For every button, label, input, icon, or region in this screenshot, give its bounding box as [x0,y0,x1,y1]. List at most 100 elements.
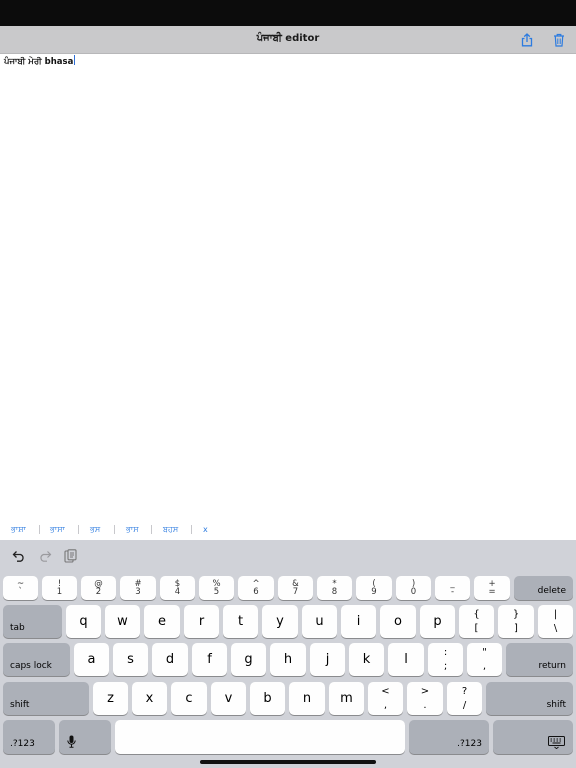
key-1[interactable]: ! 1 [42,576,77,600]
suggestion-6[interactable]: x [203,525,208,534]
space-bar[interactable] [115,720,405,754]
key-slash[interactable]: ? / [447,682,482,715]
key-t[interactable]: t [223,605,258,638]
suggestion-3[interactable]: ਭਸ [90,525,100,535]
suggestion-1[interactable]: ਭਾਸ਼ਾ [11,525,26,535]
key-m[interactable]: m [329,682,364,715]
key-bottom-char: = [488,587,496,597]
key-v[interactable]: v [211,682,246,715]
return-key[interactable]: return [506,643,573,676]
key-6[interactable]: ^ 6 [238,576,274,600]
return-key-label: return [538,661,566,671]
key-label: h [283,651,293,667]
key-label: k [362,651,371,667]
status-bar [0,0,576,26]
home-indicator[interactable] [200,760,376,764]
key-8[interactable]: * 8 [317,576,352,600]
key-bottom-char: / [462,700,467,711]
share-button[interactable] [518,31,536,49]
key-x[interactable]: x [132,682,167,715]
tab-key[interactable]: tab [3,605,62,638]
key-l[interactable]: l [388,643,424,676]
key-quote[interactable]: ", [467,643,502,676]
trash-icon [554,33,564,47]
key-i[interactable]: i [341,605,376,638]
key-label: r [198,613,205,629]
suggestion-4[interactable]: ਭਾਸ [126,525,139,535]
key-minus[interactable]: _ - [435,576,470,600]
key-2[interactable]: @2 [81,576,116,600]
key-u[interactable]: u [302,605,337,638]
key-p[interactable]: p [420,605,455,638]
key-0[interactable]: ) 0 [396,576,431,600]
key-w[interactable]: w [105,605,140,638]
key-a[interactable]: a [74,643,109,676]
key-bottom-char: 0 [410,587,417,597]
key-bottom-char: \ [553,623,558,634]
key-e[interactable]: e [144,605,180,638]
key-equals[interactable]: + = [474,576,510,600]
key-g[interactable]: g [231,643,266,676]
key-bottom-char: 4 [174,587,181,597]
dictation-key[interactable] [59,720,111,754]
key-top-char: > [420,686,430,697]
key-top-char: : [443,647,448,658]
key-backslash[interactable]: | \ [538,605,573,638]
delete-button[interactable] [550,31,568,49]
suggestion-2[interactable]: ਭਾਸਾ [50,525,65,535]
key-k[interactable]: k [349,643,384,676]
key-7[interactable]: & 7 [278,576,313,600]
key-n[interactable]: n [289,682,325,715]
key-j[interactable]: j [310,643,345,676]
key-semicolon[interactable]: :; [428,643,463,676]
numbers-key-right[interactable]: .?123 [409,720,489,754]
caps-lock-key[interactable]: caps lock [3,643,70,676]
paste-button[interactable] [62,548,78,564]
key-f[interactable]: f [192,643,227,676]
caps-lock-label: caps lock [10,661,52,671]
shift-key-right[interactable]: shift [486,682,573,715]
key-9[interactable]: (9 [356,576,392,600]
key-5[interactable]: % 5 [199,576,234,600]
numbers-key-left[interactable]: .?123 [3,720,55,754]
key-comma[interactable]: <, [368,682,403,715]
key-z[interactable]: z [93,682,128,715]
key-4[interactable]: $4 [160,576,195,600]
key-bracket-right[interactable]: }] [498,605,534,638]
key-label: i [356,613,361,629]
shift-key-label: shift [10,700,30,710]
redo-button[interactable] [37,548,53,564]
editor-text: ਪੰਜਾਬੀ ਮੇਰੀ bhasa [4,57,74,67]
key-q[interactable]: q [66,605,101,638]
key-bracket-left[interactable]: {[ [459,605,494,638]
key-b[interactable]: b [250,682,285,715]
dismiss-keyboard-key[interactable] [493,720,573,754]
key-period[interactable]: >. [407,682,443,715]
text-caret [74,55,76,65]
key-y[interactable]: y [262,605,298,638]
redo-icon [40,551,52,562]
key-d[interactable]: d [152,643,188,676]
undo-button[interactable] [11,548,27,564]
key-bottom-char: ; [443,661,448,672]
key-grave[interactable]: ~ ` [3,576,38,600]
key-c[interactable]: c [171,682,207,715]
key-r[interactable]: r [184,605,219,638]
shift-key-left[interactable]: shift [3,682,89,715]
key-3[interactable]: #3 [120,576,156,600]
suggestion-5[interactable]: ਬਹਸ [163,525,178,535]
key-bottom-char: 9 [371,587,377,597]
key-h[interactable]: h [270,643,306,676]
delete-key[interactable]: delete [514,576,573,600]
key-bottom-char: 7 [292,587,299,597]
key-bottom-char: - [450,587,455,597]
text-editor[interactable]: ਪੰਜਾਬੀ ਮੇਰੀ bhasa [0,54,576,516]
key-o[interactable]: o [380,605,416,638]
key-s[interactable]: s [113,643,148,676]
key-label: x [145,690,154,706]
numbers-key-label: .?123 [10,739,35,749]
key-label: v [224,690,233,706]
editor-content[interactable]: ਪੰਜਾਬੀ ਮੇਰੀ bhasa [4,55,76,67]
key-label: g [244,651,253,667]
paste-icon [63,549,77,563]
